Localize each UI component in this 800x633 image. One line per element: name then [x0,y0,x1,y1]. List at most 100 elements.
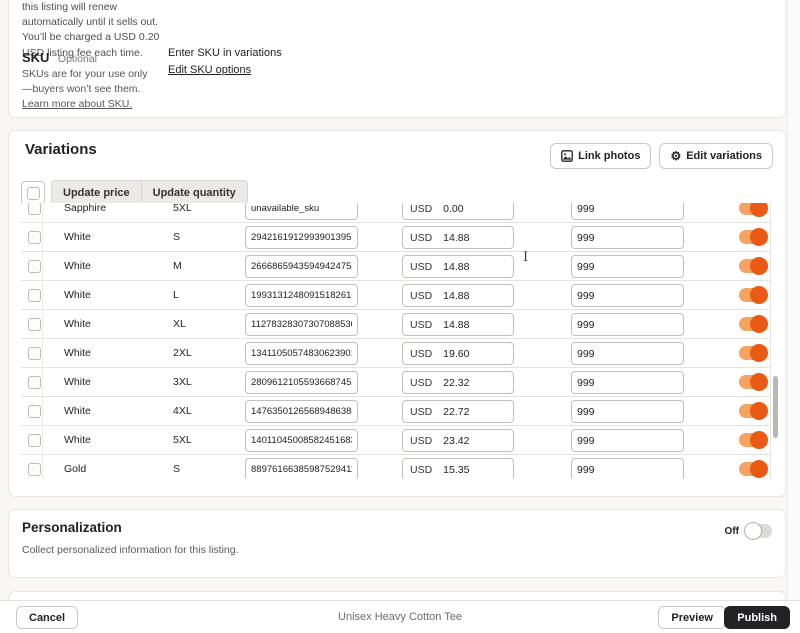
variation-visibility-toggle[interactable] [739,286,768,304]
row-checkbox[interactable] [28,376,41,389]
row-checkbox[interactable] [28,260,41,273]
variation-visibility-toggle[interactable] [739,203,768,217]
row-checkbox[interactable] [28,463,41,476]
variation-color: Gold [64,463,87,475]
variations-table[interactable]: Sapphire 5XL USD 0.00 White S USD 14.88 … [21,203,771,479]
variations-card: Variations Link photos ⚙ Edit variations… [8,130,786,497]
row-checkbox[interactable] [28,434,41,447]
price-input[interactable]: USD 0.00 [402,203,514,220]
price-input[interactable]: USD 22.72 [402,400,514,423]
price-value: 0.00 [443,203,464,215]
currency-label: USD [410,318,433,331]
sku-input[interactable] [245,284,358,307]
price-value: 14.88 [443,260,470,273]
price-input[interactable]: USD 14.88 [402,226,514,249]
variation-color: Sapphire [64,203,107,214]
publish-button[interactable]: Publish [724,606,790,629]
price-input[interactable]: USD 22.32 [402,371,514,394]
quantity-input[interactable] [571,371,684,394]
toggle-knob [750,228,768,246]
edit-variations-button[interactable]: ⚙ Edit variations [659,143,773,169]
variation-visibility-toggle[interactable] [739,460,768,478]
sku-input[interactable] [245,371,358,394]
quantity-input[interactable] [571,458,684,479]
variations-header-buttons: Link photos ⚙ Edit variations [550,143,773,169]
personalization-toggle[interactable] [744,522,772,540]
learn-more-sku-link[interactable]: Learn more about SKU. [22,98,132,110]
variation-visibility-toggle[interactable] [739,431,768,449]
update-quantity-button[interactable]: Update quantity [140,181,247,205]
row-checkbox[interactable] [28,347,41,360]
variation-visibility-toggle[interactable] [739,402,768,420]
currency-label: USD [410,434,433,447]
sku-input[interactable] [245,458,358,479]
row-checkbox[interactable] [28,289,41,302]
table-row: White L USD 14.88 [21,281,770,310]
price-input[interactable]: USD 14.88 [402,284,514,307]
variation-size: 2XL [173,347,192,359]
edit-sku-options-link[interactable]: Edit SKU options [168,64,251,76]
variation-visibility-toggle[interactable] [739,257,768,275]
preview-button[interactable]: Preview [658,606,726,629]
toggle-knob [750,257,768,275]
update-price-button[interactable]: Update price [52,181,141,205]
variation-size: L [173,289,179,301]
personalization-description: Collect personalized information for thi… [22,544,239,556]
variation-size: S [173,463,181,475]
sku-input[interactable] [245,342,358,365]
variation-color: White [64,260,91,272]
sku-input[interactable] [245,429,358,452]
variation-visibility-toggle[interactable] [739,315,768,333]
edit-variations-label: Edit variations [686,150,762,162]
toggle-knob [750,402,768,420]
variation-visibility-toggle[interactable] [739,344,768,362]
price-value: 14.88 [443,231,470,244]
select-all-checkbox[interactable] [21,181,45,205]
toggle-knob [750,315,768,333]
page-scrollbar[interactable] [787,0,800,600]
quantity-input[interactable] [571,203,684,220]
quantity-input[interactable] [571,313,684,336]
table-row: White 2XL USD 19.60 [21,339,770,368]
currency-label: USD [410,289,433,302]
sku-input[interactable] [245,255,358,278]
variation-size: S [173,231,181,243]
quantity-input[interactable] [571,255,684,278]
sku-input[interactable] [245,400,358,423]
variation-color: White [64,347,91,359]
row-checkbox[interactable] [28,203,41,215]
sku-optional-label: Optional [57,53,98,65]
quantity-input[interactable] [571,226,684,249]
quantity-input[interactable] [571,342,684,365]
price-input[interactable]: USD 23.42 [402,429,514,452]
price-value: 22.72 [443,405,470,418]
variation-color: White [64,405,91,417]
price-input[interactable]: USD 14.88 [402,255,514,278]
sku-input[interactable] [245,226,358,249]
sku-input[interactable] [245,203,358,220]
table-scrollbar-thumb[interactable] [773,376,778,438]
price-input[interactable]: USD 14.88 [402,313,514,336]
checkbox-icon [26,186,40,200]
row-checkbox[interactable] [28,318,41,331]
variation-size: 3XL [173,376,192,388]
variation-visibility-toggle[interactable] [739,228,768,246]
quantity-input[interactable] [571,400,684,423]
variation-color: White [64,376,91,388]
table-row: Sapphire 5XL USD 0.00 [21,203,770,223]
row-checkbox[interactable] [28,231,41,244]
row-checkbox[interactable] [28,405,41,418]
quantity-input[interactable] [571,284,684,307]
toggle-knob [744,522,762,540]
table-row: White 4XL USD 22.72 [21,397,770,426]
link-photos-button[interactable]: Link photos [550,143,652,169]
table-row: White S USD 14.88 [21,223,770,252]
variation-visibility-toggle[interactable] [739,373,768,391]
sku-input[interactable] [245,313,358,336]
table-row: White M USD 14.88 [21,252,770,281]
quantity-input[interactable] [571,429,684,452]
footer-bar: Unisex Heavy Cotton Tee Cancel Preview P… [0,600,800,633]
price-input[interactable]: USD 15.35 [402,458,514,479]
cancel-button[interactable]: Cancel [16,606,79,629]
price-input[interactable]: USD 19.60 [402,342,514,365]
